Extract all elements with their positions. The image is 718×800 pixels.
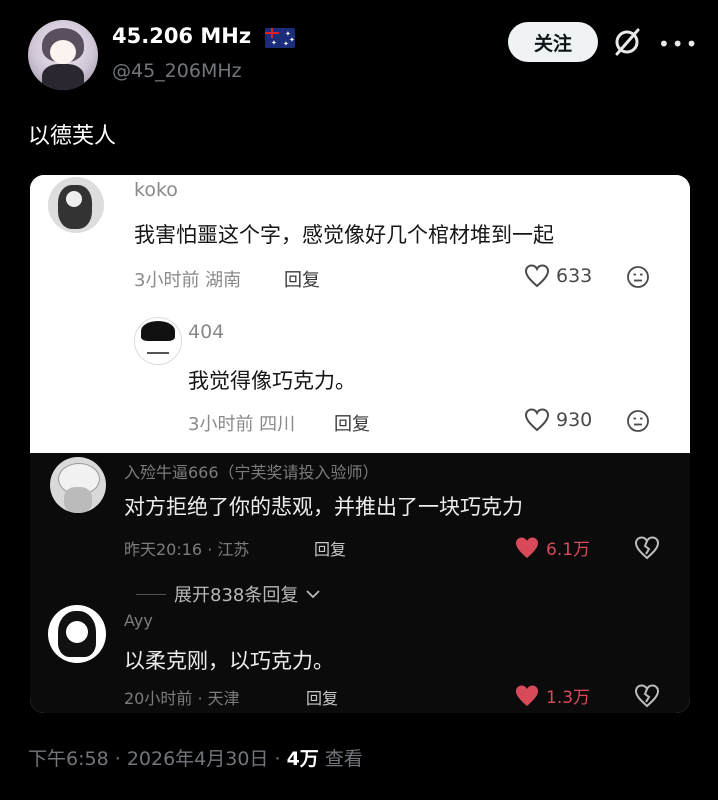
author-handle[interactable]: @45_206MHz: [112, 60, 242, 82]
chevron-down-icon: [306, 590, 320, 599]
divider-line: [136, 593, 166, 595]
heart-outline-icon: [524, 264, 550, 288]
heart-filled-icon: [516, 537, 538, 558]
comment-username: koko: [134, 179, 178, 201]
reply-button[interactable]: 回复: [314, 536, 346, 560]
grok-icon[interactable]: [611, 26, 643, 58]
views-label: 查看: [324, 748, 363, 770]
like-count: 1.3万: [546, 688, 591, 708]
comment-text: 以柔克刚，以巧克力。: [124, 649, 334, 673]
reply-button[interactable]: 回复: [284, 266, 320, 292]
australia-flag-icon: ✦ ✦ ✦ ✦: [265, 28, 295, 48]
post-text: 以德芙人: [28, 124, 117, 149]
comment-avatar: [48, 605, 106, 663]
comment-username: 入殓牛逼666（宁芙奖请投入验师）: [124, 463, 379, 482]
comment-avatar: [48, 177, 104, 233]
broken-heart-icon[interactable]: [634, 684, 660, 712]
like-button[interactable]: 633: [524, 264, 592, 288]
comment-avatar: [134, 317, 182, 365]
like-button[interactable]: 6.1万: [514, 535, 590, 560]
comment-text: 我害怕噩这个字，感觉像好几个棺材堆到一起: [134, 223, 554, 247]
light-comments-section: koko 我害怕噩这个字，感觉像好几个棺材堆到一起 3小时前 湖南 回复 633…: [30, 175, 690, 453]
author-avatar[interactable]: [28, 20, 98, 90]
comment-meta: 昨天20:16 · 江苏: [124, 540, 250, 559]
heart-outline-icon: [524, 408, 550, 432]
like-button[interactable]: 930: [524, 408, 592, 432]
comment-meta: 3小时前 湖南: [134, 270, 242, 291]
comment-meta: 20小时前 · 天津: [124, 689, 240, 708]
follow-button[interactable]: 关注: [508, 22, 598, 62]
author-display-name[interactable]: 45.206 MHz: [112, 24, 251, 48]
dislike-icon[interactable]: [626, 409, 650, 437]
comment-username: 404: [188, 321, 225, 343]
like-count: 930: [556, 409, 593, 431]
view-count: 4万: [286, 748, 319, 770]
comment-username: Ayy: [124, 611, 153, 630]
more-options-icon[interactable]: •••: [658, 34, 699, 54]
like-button[interactable]: 1.3万: [514, 683, 590, 708]
broken-heart-icon[interactable]: [634, 536, 660, 564]
post-date[interactable]: 2026年4月30日: [127, 748, 269, 770]
like-count: 6.1万: [546, 540, 591, 560]
comment-text: 对方拒绝了你的悲观，并推出了一块巧克力: [124, 495, 523, 519]
heart-filled-icon: [516, 685, 538, 706]
dislike-icon[interactable]: [626, 265, 650, 293]
embedded-screenshot[interactable]: koko 我害怕噩这个字，感觉像好几个棺材堆到一起 3小时前 湖南 回复 633…: [30, 175, 690, 713]
reply-button[interactable]: 回复: [306, 685, 338, 709]
reply-button[interactable]: 回复: [334, 410, 370, 436]
separator-dot: ·: [274, 748, 287, 770]
like-count: 633: [556, 265, 593, 287]
separator-dot: ·: [114, 748, 127, 770]
expand-replies[interactable]: 展开838条回复: [136, 581, 320, 607]
comment-avatar: [50, 457, 106, 513]
post-time[interactable]: 下午6:58: [28, 748, 109, 770]
comment-text: 我觉得像巧克力。: [188, 369, 356, 393]
expand-replies-label: 展开838条回复: [174, 585, 299, 606]
comment-meta: 3小时前 四川: [188, 414, 296, 435]
post-footer: 下午6:58 · 2026年4月30日 · 4万 查看: [28, 744, 363, 771]
